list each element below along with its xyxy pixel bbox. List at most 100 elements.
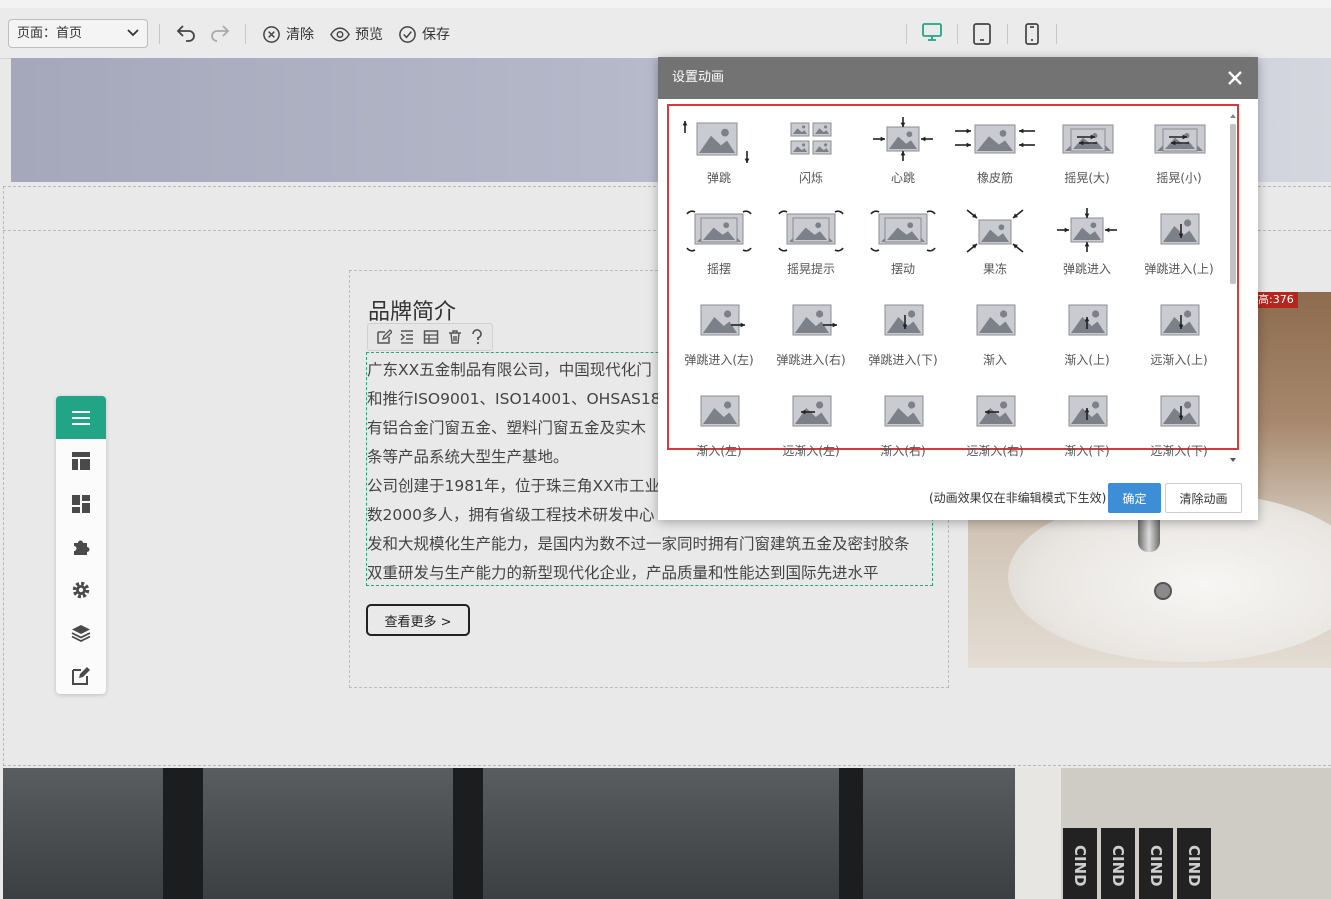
animation-option-label: 弹跳进入(下) bbox=[868, 353, 938, 367]
preview-label: 预览 bbox=[355, 27, 383, 43]
side-menu-plugins[interactable] bbox=[56, 525, 106, 568]
animation-option-label: 渐入 bbox=[982, 353, 1007, 367]
animation-option[interactable]: 渐入 bbox=[949, 299, 1041, 387]
animation-option-label: 渐入(上) bbox=[1064, 353, 1110, 367]
animation-preview-icon bbox=[884, 395, 924, 427]
device-tablet-button[interactable] bbox=[969, 21, 995, 47]
layout-icon[interactable] bbox=[423, 329, 439, 345]
animation-option-label: 摇摆 bbox=[706, 262, 731, 276]
brand-text-line: 广东XX五金制品有限公司，中国现代化门 bbox=[367, 361, 652, 379]
trash-icon[interactable] bbox=[447, 329, 463, 345]
animation-option[interactable]: 弹跳进入(右) bbox=[765, 299, 857, 387]
animation-preview-icon bbox=[1068, 395, 1108, 427]
side-menu-modules[interactable] bbox=[56, 482, 106, 525]
animation-option[interactable]: 渐入(右) bbox=[857, 390, 949, 478]
clear-button[interactable]: 清除 bbox=[262, 22, 314, 46]
animation-option-label: 闪烁 bbox=[798, 171, 823, 185]
animation-preview-icon bbox=[700, 395, 740, 427]
redo-icon[interactable] bbox=[209, 22, 231, 44]
help-icon[interactable] bbox=[470, 329, 484, 345]
dialog-title: 设置动画 bbox=[672, 70, 725, 85]
section-guide bbox=[3, 186, 4, 766]
save-label: 保存 bbox=[422, 27, 450, 43]
animation-preview-icon bbox=[873, 117, 933, 161]
animation-option[interactable]: 心跳 bbox=[857, 117, 949, 205]
chevron-down-icon bbox=[127, 29, 139, 37]
side-menu-edit[interactable] bbox=[56, 654, 106, 694]
animation-option[interactable]: 摇晃(小) bbox=[1133, 117, 1225, 205]
layout-icon bbox=[72, 451, 90, 470]
animation-option[interactable]: 橡皮筋 bbox=[949, 117, 1041, 205]
dashboard-icon bbox=[72, 494, 90, 513]
animation-option[interactable]: 远渐入(下) bbox=[1133, 390, 1225, 478]
animation-option-label: 远渐入(右) bbox=[966, 444, 1024, 458]
animation-option[interactable]: 摇晃(大) bbox=[1041, 117, 1133, 205]
preview-button[interactable]: 预览 bbox=[330, 22, 383, 46]
animation-option-label: 弹跳进入 bbox=[1062, 262, 1111, 276]
page-select-value: 页面：首页 bbox=[17, 26, 83, 41]
animation-preview-icon bbox=[1062, 124, 1114, 154]
side-menu bbox=[56, 396, 106, 694]
eye-icon bbox=[330, 26, 350, 42]
animation-preview-icon bbox=[700, 304, 745, 336]
animation-preview-icon bbox=[792, 304, 837, 336]
animation-option[interactable]: 摇摆 bbox=[673, 208, 765, 296]
animation-preview-icon bbox=[792, 395, 832, 427]
animation-option-label: 心跳 bbox=[890, 171, 915, 185]
animation-note: (动画效果仅在非编辑模式下生效) bbox=[929, 491, 1107, 505]
scroll-down-icon[interactable] bbox=[1228, 456, 1238, 464]
animation-preview-icon bbox=[976, 304, 1016, 336]
scroll-thumb[interactable] bbox=[1230, 124, 1236, 284]
save-button[interactable]: 保存 bbox=[398, 22, 450, 46]
side-menu-settings[interactable] bbox=[56, 568, 106, 611]
animation-option[interactable]: 果冻 bbox=[949, 208, 1041, 296]
view-more-button[interactable]: 查看更多 > bbox=[366, 604, 470, 636]
check-circle-icon bbox=[399, 25, 416, 43]
animation-scrollbar[interactable] bbox=[1228, 110, 1238, 465]
window-frame-bar bbox=[163, 768, 203, 899]
animation-option-label: 橡皮筋 bbox=[976, 171, 1013, 185]
animation-option[interactable]: 摆动 bbox=[857, 208, 949, 296]
toolbar-divider bbox=[1056, 24, 1057, 44]
indent-icon[interactable] bbox=[399, 329, 415, 345]
animation-preview-icon bbox=[778, 210, 844, 252]
animation-option-label: 渐入(下) bbox=[1064, 444, 1110, 458]
animation-option[interactable]: 弹跳进入 bbox=[1041, 208, 1133, 296]
undo-icon[interactable] bbox=[175, 22, 197, 44]
brand-text-line: 数2000多人，拥有省级工程技术研发中心 bbox=[367, 506, 655, 524]
animation-option[interactable]: 远渐入(左) bbox=[765, 390, 857, 478]
side-menu-pages[interactable] bbox=[56, 396, 106, 439]
animation-preview-icon bbox=[1057, 208, 1117, 252]
animation-option[interactable]: 渐入(上) bbox=[1041, 299, 1133, 387]
animation-preview-icon bbox=[976, 395, 1016, 427]
device-mobile-button[interactable] bbox=[1019, 21, 1045, 47]
animation-option[interactable]: 弹跳进入(左) bbox=[673, 299, 765, 387]
animation-option[interactable]: 弹跳进入(上) bbox=[1133, 208, 1225, 296]
animation-option[interactable]: 摇晃提示 bbox=[765, 208, 857, 296]
animation-option[interactable]: 闪烁 bbox=[765, 117, 857, 205]
animation-option[interactable]: 渐入(左) bbox=[673, 390, 765, 478]
dialog-header: 设置动画 bbox=[658, 57, 1258, 99]
mobile-icon bbox=[1025, 23, 1039, 45]
close-icon[interactable] bbox=[1226, 69, 1244, 87]
animation-preview-icon bbox=[682, 121, 750, 163]
animation-option[interactable]: 弹跳 bbox=[673, 117, 765, 205]
side-menu-layers[interactable] bbox=[56, 611, 106, 654]
book-spine: CIND bbox=[1139, 828, 1173, 899]
animation-option[interactable]: 远渐入(上) bbox=[1133, 299, 1225, 387]
animation-option[interactable]: 远渐入(右) bbox=[949, 390, 1041, 478]
edit-icon[interactable] bbox=[376, 329, 392, 345]
animation-option-label: 果冻 bbox=[982, 262, 1007, 276]
side-menu-layout[interactable] bbox=[56, 439, 106, 482]
animation-preview-icon bbox=[790, 122, 832, 155]
animation-option-label: 摇晃提示 bbox=[786, 262, 835, 276]
confirm-button[interactable]: 确定 bbox=[1108, 483, 1161, 513]
device-desktop-button[interactable] bbox=[919, 21, 945, 59]
clear-animation-button[interactable]: 清除动画 bbox=[1165, 483, 1242, 513]
page-select[interactable]: 页面：首页 bbox=[8, 19, 148, 48]
animation-option[interactable]: 渐入(下) bbox=[1041, 390, 1133, 478]
scroll-up-icon[interactable] bbox=[1228, 112, 1238, 120]
animation-option-label: 远渐入(左) bbox=[782, 444, 840, 458]
animation-option-label: 渐入(左) bbox=[696, 444, 742, 458]
animation-option[interactable]: 弹跳进入(下) bbox=[857, 299, 949, 387]
